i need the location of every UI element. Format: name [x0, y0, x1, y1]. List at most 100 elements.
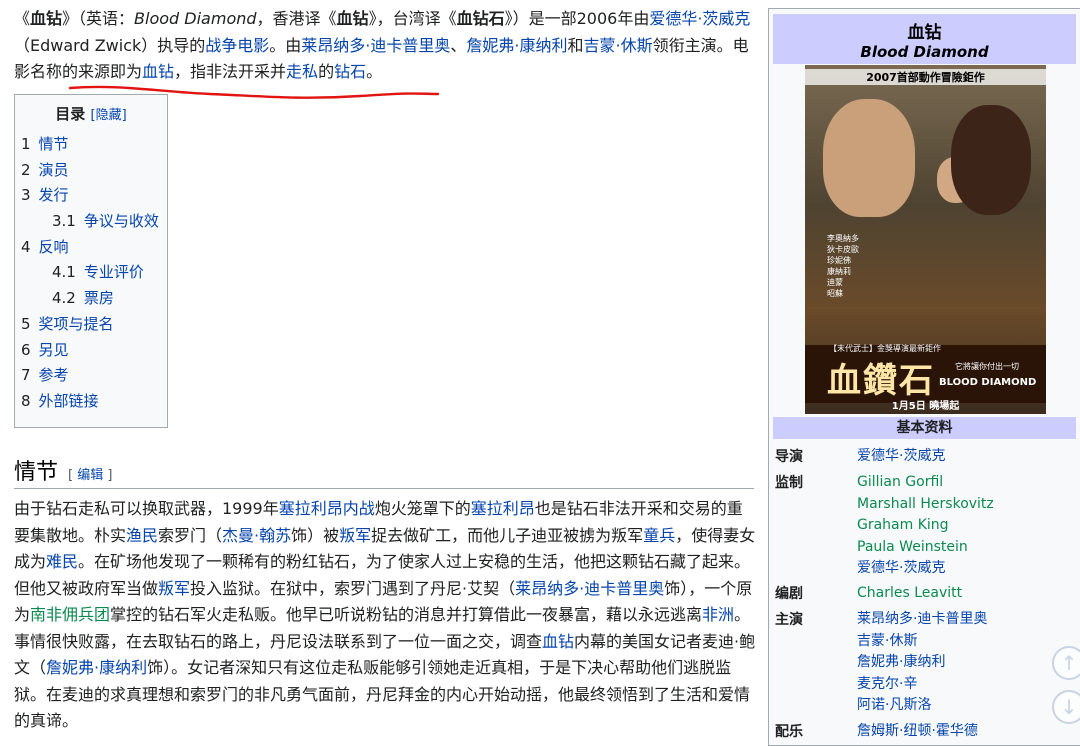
infobox-key: 编剧 [775, 586, 803, 602]
fisherman-link[interactable]: 渔民 [126, 526, 158, 545]
actor-link[interactable]: 詹妮弗·康纳利 [46, 658, 147, 677]
toc-item[interactable]: 5 奖项与提名 [21, 312, 161, 338]
actor-link[interactable]: 莱昂纳多·迪卡普里奥 [515, 579, 664, 598]
actor-link[interactable]: 杰曼·翰苏 [222, 526, 291, 545]
diamond-link[interactable]: 钻石 [334, 62, 366, 81]
infobox-values: Charles Leavitt [857, 583, 1077, 605]
child-soldier-link[interactable]: 童兵 [643, 526, 675, 545]
refugee-link[interactable]: 难民 [46, 552, 78, 571]
toc-link[interactable]: 参考 [39, 366, 69, 384]
text: 。由 [269, 35, 302, 55]
mercenary-link[interactable]: 南非佣兵团 [30, 605, 110, 624]
text: 。 [366, 62, 383, 81]
toc-link[interactable]: 专业评价 [84, 263, 144, 281]
toc-number: 1 [21, 135, 31, 153]
infobox-value-link[interactable]: Graham King [857, 515, 1077, 537]
infobox-value-link[interactable]: Charles Leavitt [857, 583, 1077, 605]
rebels-link[interactable]: 叛军 [158, 579, 190, 598]
toc-link[interactable]: 外部链接 [39, 392, 99, 410]
toc-link[interactable]: 情节 [39, 135, 69, 153]
text: 饰）被 [291, 525, 340, 545]
toc-link[interactable]: 票房 [84, 289, 114, 307]
article-title-bold: 血钻 [30, 9, 63, 28]
infobox-subtitle: Blood Diamond [860, 43, 989, 61]
toc-number: 2 [21, 160, 31, 179]
toc-link[interactable]: 发行 [39, 186, 69, 204]
scroll-up-button[interactable]: ↑ [1052, 646, 1080, 680]
infobox-values: Gillian Gorfil Marshall Herskovitz Graham … [857, 472, 1077, 580]
toc-item[interactable]: 3.1 争议与收效 [21, 209, 161, 235]
toc-number: 8 [21, 391, 31, 410]
toc-item[interactable]: 7 参考 [21, 363, 161, 389]
poster-figure [823, 99, 915, 217]
intro-paragraph: 《血钻》（英语：Blood Diamond，香港译《血钻》，台湾译《血钻石》）是… [14, 6, 756, 86]
infobox-value-link[interactable]: 爱德华·茨威克 [857, 446, 1077, 468]
toc-item[interactable]: 4.1 专业评价 [21, 260, 161, 286]
toc-number: 4 [21, 237, 31, 256]
toc-item[interactable]: 8 外部链接 [21, 389, 161, 415]
text: 、 [450, 35, 467, 55]
toc-item[interactable]: 2 演员 [21, 158, 161, 184]
toc-number: 3.1 [52, 212, 76, 231]
infobox-key: 配乐 [775, 724, 803, 740]
arrow-up-icon: ↑ [1060, 651, 1078, 675]
war-film-link[interactable]: 战争电影 [205, 36, 269, 55]
poster-top-text: 2007首部動作冒險鉅作 [805, 69, 1046, 85]
toc-link[interactable]: 争议与收效 [84, 212, 159, 230]
toc-number: 7 [21, 366, 31, 385]
movie-poster[interactable]: 2007首部動作冒險鉅作 李奧納多 狄卡皮歐 珍妮佛 康納莉 迪蒙 昭蘇 【末代… [805, 65, 1046, 414]
director-link[interactable]: 爱德华·茨威克 [649, 9, 750, 28]
arrow-down-icon: ↓ [1060, 695, 1078, 719]
toc-item[interactable]: 4 反响 [21, 235, 161, 261]
text: ，指非法开采并 [174, 62, 287, 81]
infobox-value-link[interactable]: Paula Weinstein [857, 537, 1077, 559]
toc-link[interactable]: 演员 [39, 161, 69, 179]
infobox-value-link[interactable]: 麦克尔·辛 [857, 674, 1077, 696]
actor-link[interactable]: 莱昂纳多·迪卡普里奥 [301, 36, 450, 55]
text: 的 [318, 62, 335, 81]
text: 》，台湾译《 [368, 9, 457, 28]
toc-item[interactable]: 3 发行 [21, 183, 161, 209]
civil-war-link[interactable]: 塞拉利昂内战 [279, 499, 375, 518]
africa-link[interactable]: 非洲 [702, 605, 734, 624]
text: 投入监狱。在狱中，索罗门遇到了丹尼·艾契（ [190, 578, 516, 598]
sierra-leone-link[interactable]: 塞拉利昂 [471, 499, 535, 518]
infobox-value-link[interactable]: 詹妮弗·康纳利 [857, 652, 1077, 674]
text: 掌控的钻石军火走私贩。他早已听说粉钻的消息并打算借此一夜暴富，藉以永远逃离 [110, 605, 703, 624]
toc-header: 目录 [隐藏] [21, 103, 161, 124]
infobox-value-link[interactable]: 詹姆斯·纽顿·霍华德 [857, 721, 1077, 743]
edit-section: [ 编辑 ] [68, 468, 112, 483]
toc-number: 4.1 [52, 263, 76, 282]
tw-title: 血钻石 [456, 9, 505, 28]
text: 索罗门（ [158, 525, 223, 545]
actor-link[interactable]: 吉蒙·休斯 [584, 36, 653, 55]
infobox-value-link[interactable]: 阿诺·凡斯洛 [857, 695, 1077, 717]
edit-link[interactable]: 编辑 [77, 468, 103, 483]
infobox-value-link[interactable]: 爱德华·茨威克 [857, 558, 1077, 580]
toc-item[interactable]: 1 情节 [21, 132, 161, 158]
infobox-key: 导演 [775, 449, 803, 465]
text: （Edward Zwick）执导的 [14, 35, 206, 55]
rebels-link[interactable]: 叛军 [339, 526, 371, 545]
toc-hide-toggle[interactable]: [隐藏] [91, 108, 127, 123]
infobox-section-header: 基本资料 [773, 417, 1076, 439]
actor-link[interactable]: 詹妮弗·康纳利 [466, 36, 567, 55]
toc-link[interactable]: 反响 [39, 238, 69, 256]
toc-link[interactable]: 另见 [39, 341, 69, 359]
infobox-value-link[interactable]: 莱昂纳多·迪卡普里奥 [857, 609, 1077, 631]
toc-item[interactable]: 4.2 票房 [21, 286, 161, 312]
smuggling-link[interactable]: 走私 [286, 62, 318, 81]
toc-item[interactable]: 6 另见 [21, 338, 161, 364]
infobox-value-link[interactable]: Marshall Herskovitz [857, 494, 1077, 516]
blood-diamond-link[interactable]: 血钻 [542, 632, 574, 651]
infobox-value-link[interactable]: 吉蒙·休斯 [857, 631, 1077, 653]
scroll-down-button[interactable]: ↓ [1052, 690, 1080, 724]
blood-diamond-link[interactable]: 血钻 [142, 62, 174, 81]
poster-figure [951, 105, 1031, 215]
toc-number: 3 [21, 186, 31, 205]
infobox-header: 血钻 Blood Diamond [773, 14, 1076, 64]
table-of-contents: 目录 [隐藏] 1 情节 2 演员 3 发行 3.1 争议与收效 4 反响 4.1 专业评价 4.2 票房… [14, 94, 168, 428]
toc-link[interactable]: 奖项与提名 [39, 315, 114, 333]
hk-title: 血钻 [336, 9, 369, 28]
infobox-value-link[interactable]: Gillian Gorfil [857, 472, 1077, 494]
